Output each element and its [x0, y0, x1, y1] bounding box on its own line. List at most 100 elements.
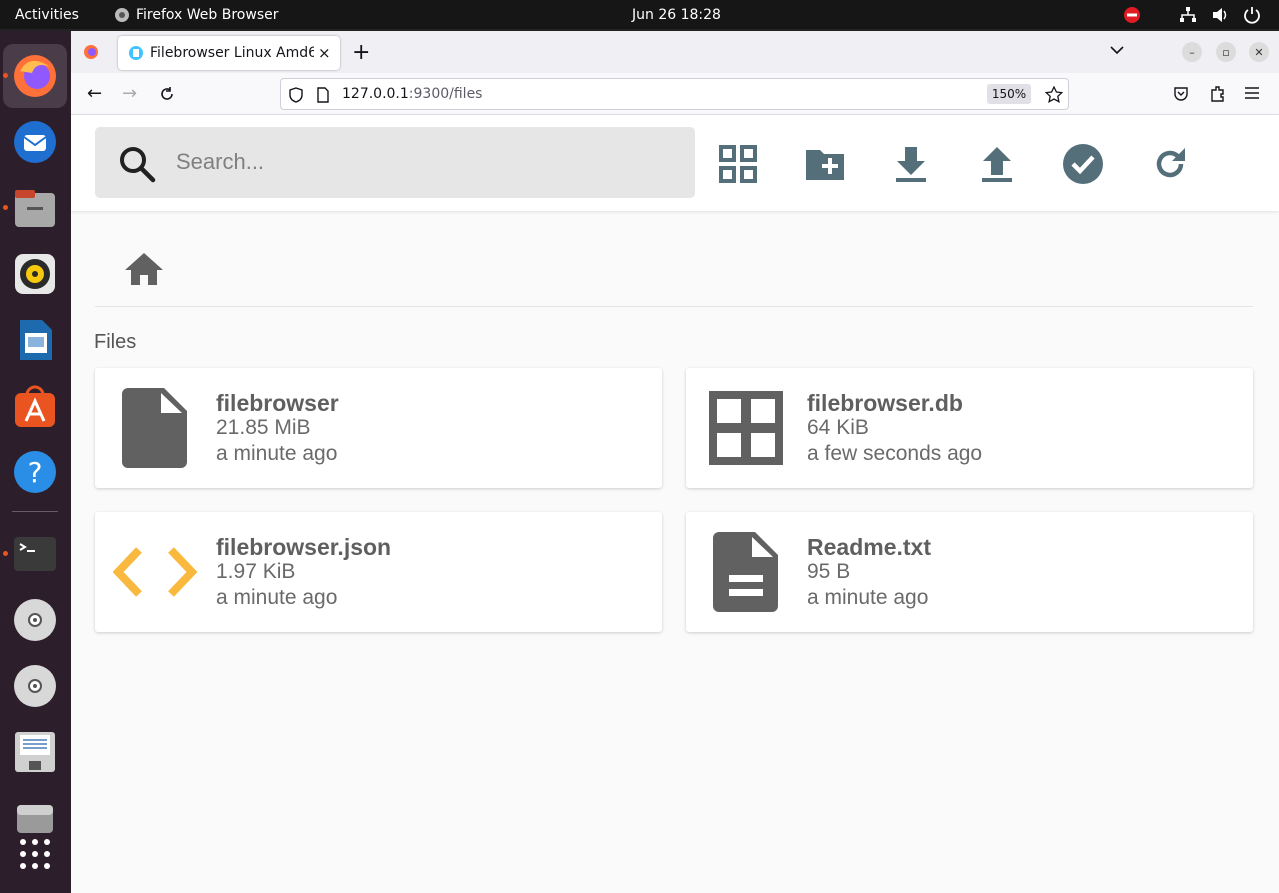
file-name: filebrowser.db — [807, 390, 963, 416]
thunderbird-icon — [14, 121, 56, 163]
file-name: filebrowser — [216, 390, 339, 416]
grid-icon — [709, 391, 783, 465]
shield-icon[interactable] — [289, 87, 303, 103]
file-name: filebrowser.json — [216, 534, 392, 560]
volume-icon — [1213, 8, 1227, 22]
filebrowser-header: Search... — [71, 115, 1279, 211]
firefox-small-icon — [115, 8, 129, 22]
file-name: Readme.txt — [807, 534, 931, 560]
file-item[interactable]: filebrowser.json 1.97 KiB a minute ago — [95, 512, 662, 632]
dock-separator — [12, 511, 58, 512]
running-indicator — [3, 205, 8, 210]
pocket-icon[interactable] — [1173, 86, 1189, 102]
upload-button[interactable] — [974, 141, 1020, 187]
system-tray[interactable] — [1123, 6, 1261, 24]
extensions-icon[interactable] — [1209, 85, 1225, 103]
dock-ubuntu-software[interactable] — [3, 374, 67, 438]
firefox-view-icon[interactable] — [83, 44, 99, 60]
clock[interactable]: Jun 26 18:28 — [632, 7, 721, 23]
url-host: 127.0.0.1 — [342, 86, 409, 102]
refresh-button[interactable] — [1147, 141, 1193, 187]
dock: ? — [0, 31, 71, 893]
dock-disc-1[interactable] — [3, 588, 67, 652]
dock-disc-2[interactable] — [3, 654, 67, 718]
network-icon — [1180, 7, 1196, 22]
tab-close-icon[interactable]: × — [318, 44, 331, 62]
dock-firefox[interactable] — [3, 44, 67, 108]
section-title: Files — [94, 331, 137, 353]
bookmark-star-icon[interactable] — [1045, 86, 1063, 104]
firefox-window: Filebrowser Linux Amd64 × + – ▫ ✕ ← → 12… — [71, 31, 1279, 893]
file-item[interactable]: Readme.txt 95 B a minute ago — [686, 512, 1253, 632]
running-indicator — [3, 73, 8, 78]
navigation-toolbar: ← → 127.0.0.1:9300/files 150% — [71, 73, 1279, 115]
zoom-indicator[interactable]: 150% — [987, 84, 1031, 104]
switch-view-button[interactable] — [715, 141, 761, 187]
dock-terminal[interactable] — [3, 522, 67, 586]
search-input[interactable]: Search... — [176, 149, 264, 175]
files-icon — [15, 190, 55, 227]
upload-icon — [982, 147, 1012, 182]
close-window-button[interactable]: ✕ — [1249, 42, 1269, 62]
grid-view-icon — [719, 145, 757, 183]
minimize-button[interactable]: – — [1182, 42, 1202, 62]
power-icon — [1244, 7, 1260, 24]
app-name-label: Firefox Web Browser — [136, 7, 279, 23]
check-circle-icon — [1063, 144, 1103, 184]
reload-icon[interactable] — [159, 86, 175, 102]
forward-button[interactable]: → — [122, 83, 137, 104]
activities-button[interactable]: Activities — [15, 7, 79, 23]
file-modified: a minute ago — [807, 586, 929, 609]
app-menu[interactable]: Firefox Web Browser — [114, 7, 279, 23]
url-text: 127.0.0.1:9300/files — [342, 86, 482, 102]
software-center-icon — [15, 385, 55, 427]
menu-hamburger-icon[interactable] — [1245, 87, 1259, 99]
home-icon[interactable] — [123, 251, 165, 287]
back-button[interactable]: ← — [87, 83, 102, 104]
file-item[interactable]: filebrowser.db 64 KiB a few seconds ago — [686, 368, 1253, 488]
new-folder-button[interactable] — [802, 141, 848, 187]
help-icon: ? — [14, 451, 56, 493]
search-box[interactable]: Search... — [95, 127, 695, 198]
select-multiple-button[interactable] — [1060, 141, 1106, 187]
tab-bar: Filebrowser Linux Amd64 × + – ▫ ✕ — [71, 31, 1279, 73]
running-indicator — [3, 551, 8, 556]
download-button[interactable] — [888, 141, 934, 187]
breadcrumb — [95, 221, 1253, 307]
floppy-icon — [15, 732, 55, 772]
file-size: 95 B — [807, 560, 851, 583]
system-top-bar: Activities Firefox Web Browser Jun 26 18… — [0, 0, 1279, 31]
dock-rhythmbox[interactable] — [3, 242, 67, 306]
file-size: 21.85 MiB — [216, 416, 311, 439]
terminal-icon — [14, 537, 56, 571]
writer-icon — [20, 320, 52, 360]
list-tabs-chevron-icon[interactable] — [1110, 45, 1124, 55]
file-size: 1.97 KiB — [216, 560, 296, 583]
page-icon[interactable] — [317, 87, 329, 103]
dock-help[interactable]: ? — [3, 440, 67, 504]
file-item[interactable]: filebrowser 21.85 MiB a minute ago — [95, 368, 662, 488]
search-icon — [120, 147, 156, 183]
dock-thunderbird[interactable] — [3, 110, 67, 174]
optical-disc-icon — [14, 665, 56, 707]
svg-text:?: ? — [28, 456, 43, 489]
dock-libreoffice-writer[interactable] — [3, 308, 67, 372]
file-modified: a minute ago — [216, 586, 338, 609]
dock-files[interactable] — [3, 176, 67, 240]
file-modified: a few seconds ago — [807, 442, 983, 465]
url-bar[interactable]: 127.0.0.1:9300/files 150% — [280, 78, 1069, 110]
optical-disc-icon — [14, 599, 56, 641]
dock-floppy[interactable] — [3, 720, 67, 784]
rhythmbox-icon — [15, 254, 55, 294]
create-folder-icon — [806, 150, 844, 180]
app-grid-icon — [20, 839, 50, 869]
text-file-icon — [713, 532, 778, 612]
new-tab-button[interactable]: + — [352, 40, 370, 65]
code-icon — [113, 547, 197, 597]
tab-filebrowser[interactable]: Filebrowser Linux Amd64 × — [118, 36, 340, 70]
do-not-disturb-icon — [1124, 7, 1140, 23]
maximize-button[interactable]: ▫ — [1216, 42, 1236, 62]
firefox-icon — [14, 55, 56, 97]
dock-show-applications[interactable] — [3, 822, 67, 886]
download-icon — [896, 147, 926, 182]
